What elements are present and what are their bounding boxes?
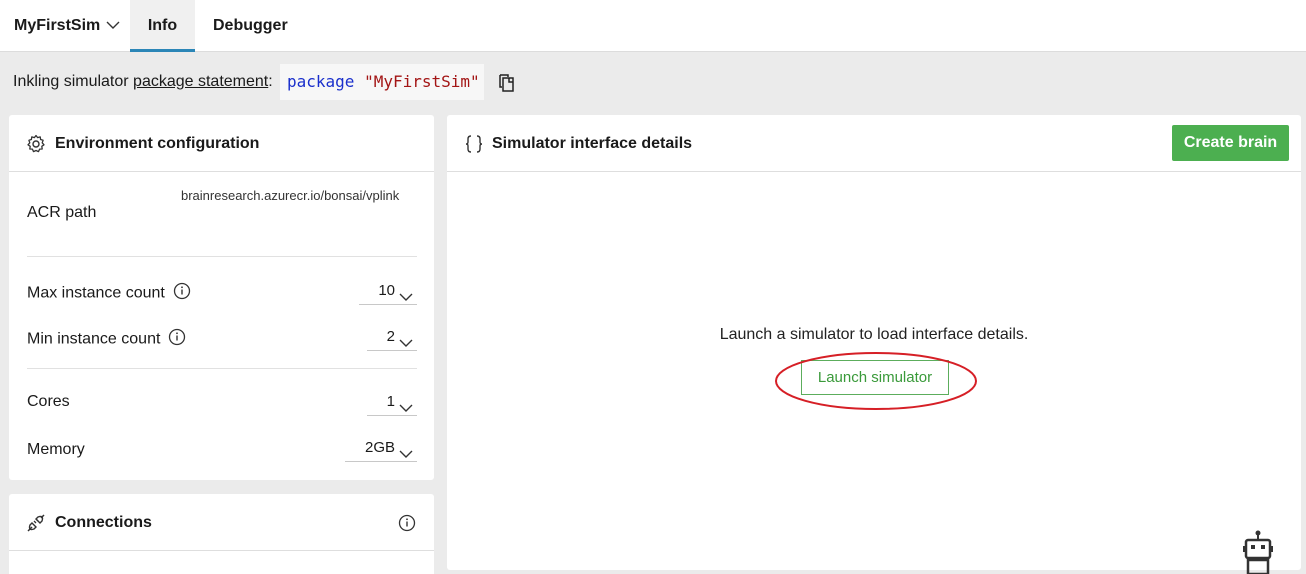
chevron-down-icon (399, 397, 413, 421)
sim-card-header: Simulator interface details Create brain (447, 115, 1301, 172)
max-instance-label: Max instance count (27, 284, 165, 302)
memory-row: Memory 2GB (27, 436, 417, 464)
divider (27, 256, 417, 257)
create-brain-button[interactable]: Create brain (1172, 125, 1289, 161)
tab-debugger-label: Debugger (213, 17, 288, 34)
min-instance-value: 2 (386, 328, 395, 345)
memory-value: 2GB (364, 439, 395, 456)
package-statement-row: Inkling simulator package statement: (13, 64, 273, 100)
gear-icon (26, 134, 46, 154)
info-icon[interactable] (173, 282, 191, 305)
simulator-name: MyFirstSim (14, 17, 101, 35)
connections-title: Connections (55, 514, 152, 531)
braces-icon (464, 134, 484, 154)
simulator-interface-card: Simulator interface details Create brain… (447, 115, 1301, 570)
top-tab-bar: MyFirstSim Info Debugger (0, 0, 1306, 52)
memory-dropdown[interactable]: 2GB (345, 436, 417, 462)
acr-path-label: ACR path (27, 204, 97, 221)
min-instance-dropdown[interactable]: 2 (367, 325, 417, 351)
max-instance-dropdown[interactable]: 10 (359, 279, 417, 305)
info-icon[interactable] (168, 328, 186, 351)
package-code: package "MyFirstSim" (280, 64, 484, 100)
min-instance-row: Min instance count 2 (27, 325, 417, 353)
cores-value: 1 (386, 393, 395, 410)
cores-row: Cores 1 (27, 390, 417, 418)
chevron-down-icon (106, 0, 120, 52)
min-instance-label: Min instance count (27, 330, 161, 348)
tab-info-label: Info (147, 17, 178, 34)
max-instance-value: 10 (378, 282, 395, 299)
connections-card: Connections (9, 494, 434, 574)
tab-debugger[interactable]: Debugger (213, 0, 288, 52)
acr-path-value: brainresearch.azurecr.io/bonsai/vplink (181, 188, 400, 203)
annotation-highlight-ellipse (774, 350, 978, 412)
package-statement-link[interactable]: package statement (133, 73, 268, 90)
code-keyword: package (287, 72, 355, 91)
info-icon[interactable] (398, 514, 416, 536)
env-card-title: Environment configuration (55, 135, 260, 152)
copy-icon[interactable] (496, 72, 518, 94)
package-prefix: Inkling simulator (13, 73, 134, 90)
max-instance-label-wrap: Max instance count (27, 282, 191, 305)
cores-dropdown[interactable]: 1 (367, 390, 417, 416)
sim-card-title: Simulator interface details (492, 135, 693, 152)
connections-card-header: Connections (9, 494, 434, 551)
robot-icon[interactable] (1238, 530, 1278, 574)
package-suffix: : (268, 73, 273, 90)
empty-state-message: Launch a simulator to load interface det… (719, 326, 1029, 343)
divider (27, 368, 417, 369)
min-instance-label-wrap: Min instance count (27, 328, 186, 351)
tab-info[interactable]: Info (130, 0, 195, 52)
environment-configuration-card: Environment configuration brainresearch.… (9, 115, 434, 480)
cores-label: Cores (27, 393, 70, 410)
env-card-header: Environment configuration (9, 115, 434, 172)
chevron-down-icon (399, 443, 413, 467)
memory-label: Memory (27, 441, 85, 458)
chevron-down-icon (399, 332, 413, 356)
chevron-down-icon (399, 286, 413, 310)
code-string: "MyFirstSim" (364, 72, 480, 91)
simulator-selector[interactable]: MyFirstSim (14, 0, 120, 52)
plug-icon (26, 513, 46, 533)
max-instance-row: Max instance count 10 (27, 279, 417, 307)
